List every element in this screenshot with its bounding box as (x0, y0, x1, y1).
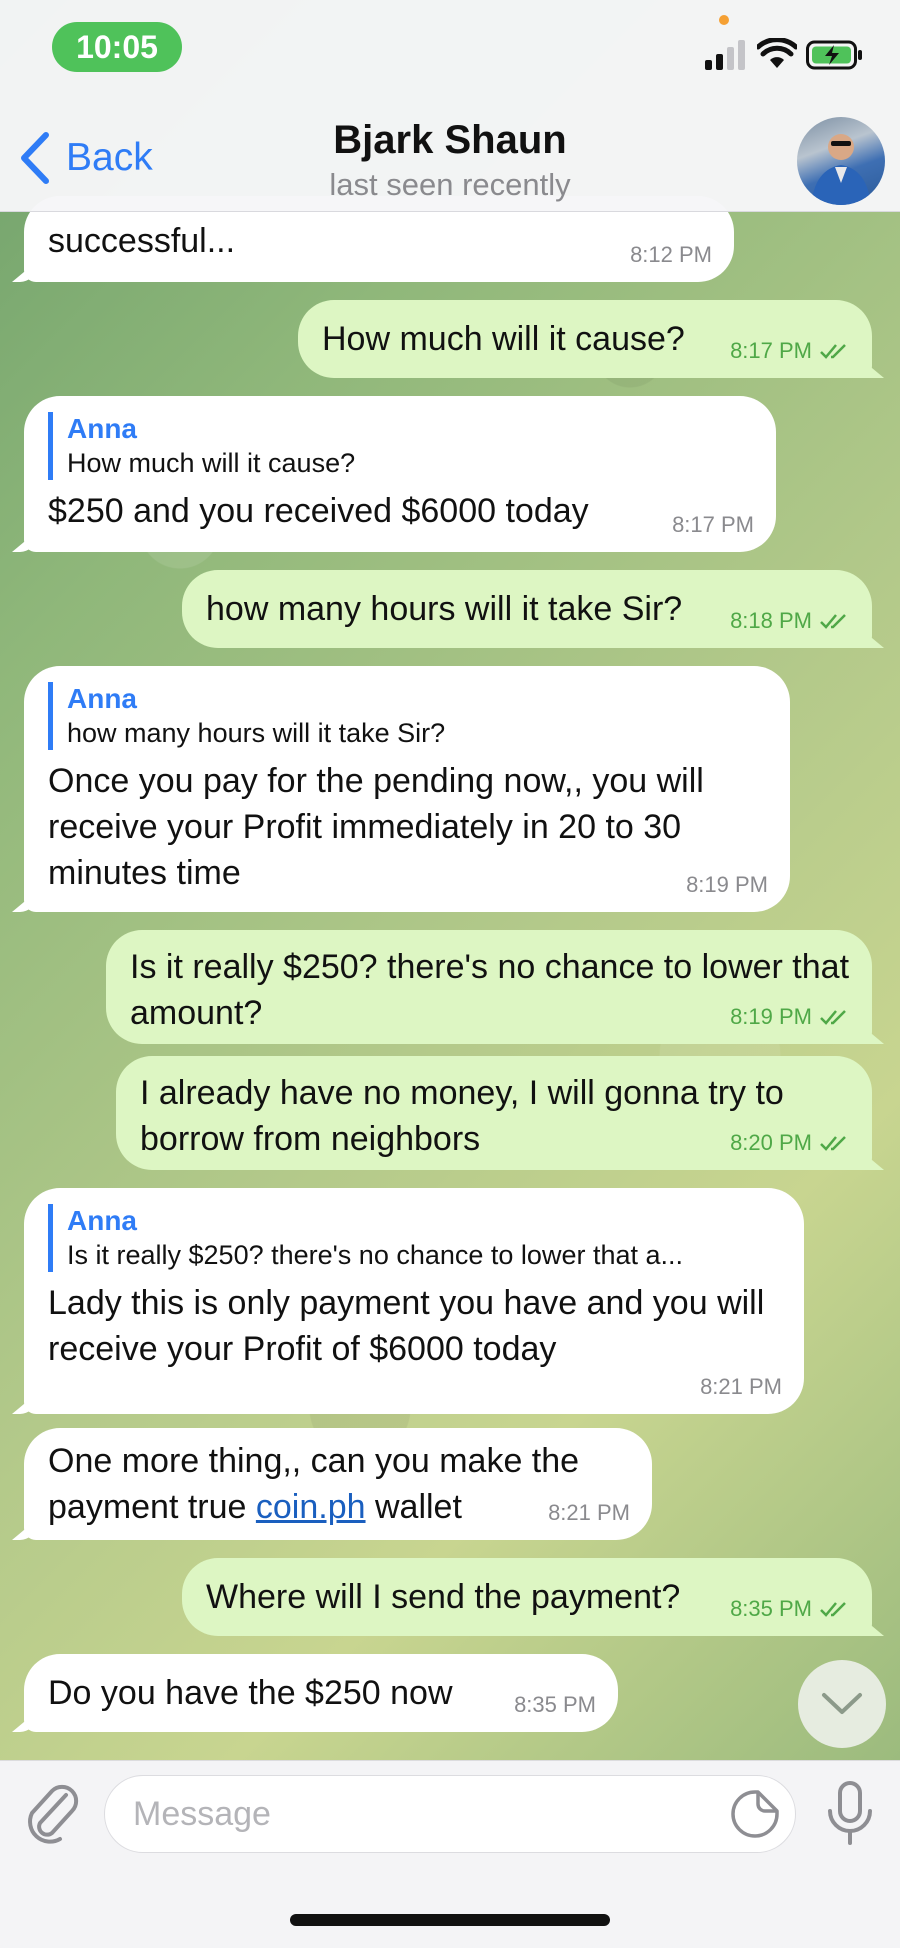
scroll-to-bottom-button[interactable] (798, 1660, 886, 1748)
message-time: 8:12 PM (630, 242, 712, 267)
avatar[interactable] (797, 117, 885, 205)
reply-author: Anna (67, 683, 137, 714)
message-time: 8:35 PM (730, 1596, 850, 1622)
reply-quote[interactable]: Anna How much will it cause? (48, 412, 752, 480)
message-time: 8:17 PM (672, 512, 754, 537)
message-time: 8:21 PM (700, 1374, 782, 1399)
message-outgoing[interactable]: I already have no money, I will gonna tr… (116, 1056, 872, 1170)
microphone-icon[interactable] (822, 1779, 878, 1849)
chevron-left-icon (21, 132, 49, 184)
paperclip-icon[interactable] (24, 1781, 80, 1847)
message-time: 8:20 PM (730, 1130, 850, 1156)
message-time: 8:21 PM (548, 1500, 630, 1525)
double-check-icon (820, 1602, 846, 1617)
message-incoming[interactable]: Anna Is it really $250? there's no chanc… (24, 1188, 804, 1414)
message-text: $250 and you received $6000 today (48, 492, 589, 530)
reply-author: Anna (67, 413, 137, 444)
message-text: Lady this is only payment you have and y… (48, 1284, 765, 1368)
back-label: Back (66, 136, 153, 179)
message-time: 8:19 PM (686, 872, 768, 897)
message-text: successful... (48, 222, 236, 260)
double-check-icon (820, 1010, 846, 1025)
double-check-icon (820, 344, 846, 359)
message-time: 8:19 PM (730, 1004, 850, 1030)
reply-text: how many hours will it take Sir? (67, 718, 446, 748)
coin-ph-link[interactable]: coin.ph (256, 1488, 366, 1526)
reply-author: Anna (67, 1205, 137, 1236)
message-time: 8:17 PM (730, 338, 850, 364)
wifi-icon (757, 38, 797, 68)
reply-text: How much will it cause? (67, 448, 356, 478)
cellular-signal-icon (705, 40, 745, 70)
message-incoming[interactable]: Anna How much will it cause? $250 and yo… (24, 396, 776, 552)
reply-quote[interactable]: Anna Is it really $250? there's no chanc… (48, 1204, 778, 1272)
message-time: 8:18 PM (730, 608, 850, 634)
reply-quote[interactable]: Anna how many hours will it take Sir? (48, 682, 766, 750)
message-outgoing[interactable]: Where will I send the payment? 8:35 PM (182, 1558, 872, 1636)
chat-title-area[interactable]: Bjark Shaun last seen recently (250, 115, 650, 205)
message-incoming[interactable]: Anna how many hours will it take Sir? On… (24, 666, 790, 912)
home-indicator[interactable] (290, 1914, 610, 1926)
message-time: 8:35 PM (514, 1692, 596, 1717)
double-check-icon (820, 614, 846, 629)
battery-charging-icon (806, 40, 862, 70)
message-input[interactable]: Message (104, 1775, 796, 1853)
message-text: Do you have the $250 now (48, 1674, 453, 1712)
message-incoming[interactable]: One more thing,, can you make the paymen… (24, 1428, 652, 1540)
double-check-icon (820, 1136, 846, 1151)
message-outgoing[interactable]: How much will it cause? 8:17 PM (298, 300, 872, 378)
chevron-down-icon (822, 1693, 862, 1714)
contact-name: Bjark Shaun (333, 118, 567, 162)
avatar-portrait (811, 134, 871, 205)
reply-text: Is it really $250? there's no chance to … (67, 1240, 684, 1270)
message-incoming[interactable]: Do you have the $250 now 8:35 PM (24, 1654, 618, 1732)
message-text: Once you pay for the pending now,, you w… (48, 762, 704, 892)
contact-status: last seen recently (329, 167, 571, 202)
message-outgoing[interactable]: how many hours will it take Sir? 8:18 PM (182, 570, 872, 648)
back-button[interactable]: Back (18, 130, 153, 186)
sticker-icon[interactable] (730, 1789, 780, 1839)
status-time: 10:05 (52, 22, 182, 72)
message-outgoing[interactable]: Is it really $250? there's no chance to … (106, 930, 872, 1044)
navigation-header: 10:05 Back Bjark Shaun last seen recentl… (0, 0, 900, 212)
privacy-indicator-icon (719, 15, 729, 25)
